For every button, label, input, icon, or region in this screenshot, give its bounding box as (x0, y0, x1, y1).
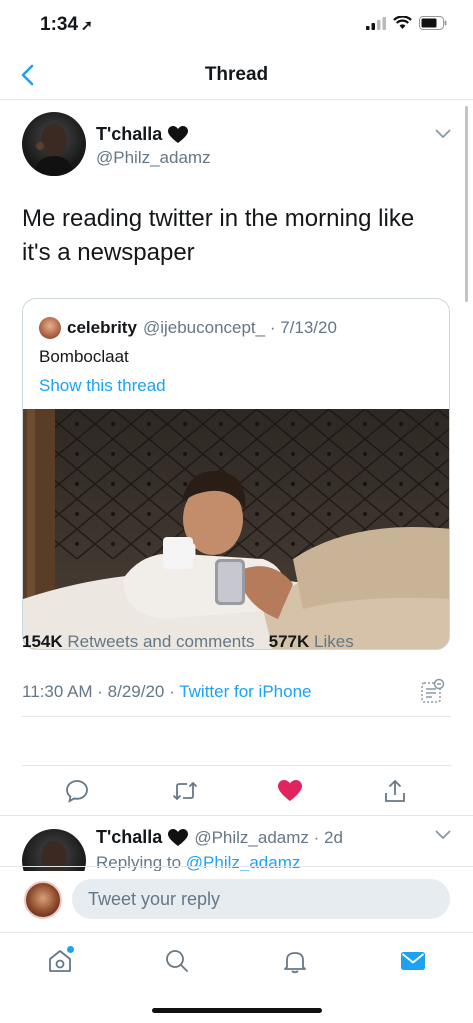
analytics-button[interactable] (421, 678, 445, 709)
black-heart-icon (168, 125, 189, 143)
scrollbar[interactable] (465, 106, 468, 302)
retweets-count[interactable]: 154K (22, 632, 63, 651)
tab-notifications[interactable] (277, 943, 313, 979)
search-icon (166, 950, 188, 972)
reply-author-name[interactable]: T'challa (96, 827, 162, 848)
likes-label[interactable]: Likes (314, 632, 354, 651)
quote-header: celebrity @ijebuconcept_ · 7/13/20 (39, 317, 337, 339)
time-date: 11:30 AM · 8/29/20 · (22, 682, 180, 701)
reply-handle-time: @Philz_adamz · 2d (194, 827, 343, 847)
reply-author-avatar[interactable] (22, 829, 86, 871)
clock-time: 1:34 (40, 14, 79, 35)
black-heart-icon (168, 828, 189, 846)
tweet-timestamp: 11:30 AM · 8/29/20 · Twitter for iPhone (22, 682, 311, 702)
quote-handle-date: @ijebuconcept_ · 7/13/20 (142, 318, 337, 337)
reply-tweet[interactable]: T'challa @Philz_adamz · 2d Replying to @… (0, 815, 473, 871)
tab-bar (0, 932, 473, 992)
author-name[interactable]: T'challa (96, 124, 189, 145)
quote-author-name: celebrity (67, 318, 137, 337)
my-avatar[interactable] (24, 881, 62, 919)
divider (22, 765, 451, 766)
nav-header: Thread (0, 52, 473, 100)
avatar-portrait (34, 124, 74, 176)
status-bar: 1:34 ➚ (0, 0, 473, 52)
analytics-icon (421, 678, 445, 703)
retweet-button[interactable] (170, 776, 200, 806)
quote-text: Bomboclaat (39, 347, 129, 366)
avatar-portrait (41, 841, 67, 871)
source-link[interactable]: Twitter for iPhone (179, 682, 311, 701)
notification-dot (67, 946, 74, 953)
tweet-options-button[interactable] (435, 126, 451, 144)
chevron-down-icon (435, 129, 451, 139)
tab-search[interactable] (159, 943, 195, 979)
tab-home[interactable] (42, 943, 78, 979)
retweets-label[interactable]: Retweets and comments (67, 632, 254, 651)
location-arrow-icon: ➚ (81, 17, 93, 33)
bell-icon (284, 952, 306, 974)
quoted-tweet[interactable]: celebrity @ijebuconcept_ · 7/13/20 Bombo… (22, 298, 450, 650)
status-icons (366, 16, 447, 30)
reply-input[interactable] (72, 879, 450, 919)
engagement-stats: 154K Retweets and comments 577K Likes (22, 632, 354, 652)
author-handle[interactable]: @Philz_adamz (96, 148, 211, 168)
wifi-icon (393, 16, 412, 29)
like-button[interactable] (275, 776, 305, 806)
retweet-icon (172, 781, 198, 801)
battery-icon (419, 16, 447, 30)
comment-icon (66, 780, 88, 803)
home-indicator[interactable] (152, 1008, 322, 1013)
status-time: 1:34 ➚ (40, 14, 93, 36)
signal-icon (366, 16, 386, 30)
reply-options-button[interactable] (435, 827, 451, 845)
author-name-text: T'challa (96, 124, 163, 144)
tweet-text: Me reading twitter in the morning like i… (22, 205, 415, 266)
page-title: Thread (204, 64, 269, 85)
reply-header: T'challa @Philz_adamz · 2d (96, 827, 343, 848)
author-avatar[interactable] (22, 112, 86, 176)
reply-button[interactable] (62, 776, 92, 806)
share-icon (385, 779, 405, 802)
divider (22, 716, 451, 717)
tab-messages[interactable] (395, 943, 431, 979)
likes-count[interactable]: 577K (269, 632, 310, 651)
show-thread-link[interactable]: Show this thread (39, 376, 166, 396)
tweet-actions (0, 772, 473, 812)
chevron-down-icon (435, 830, 451, 840)
quote-media-image[interactable] (23, 409, 450, 650)
share-button[interactable] (380, 776, 410, 806)
reply-composer (0, 866, 473, 932)
quote-avatar (39, 317, 61, 339)
envelope-icon (401, 952, 425, 970)
heart-filled-icon (278, 780, 302, 801)
